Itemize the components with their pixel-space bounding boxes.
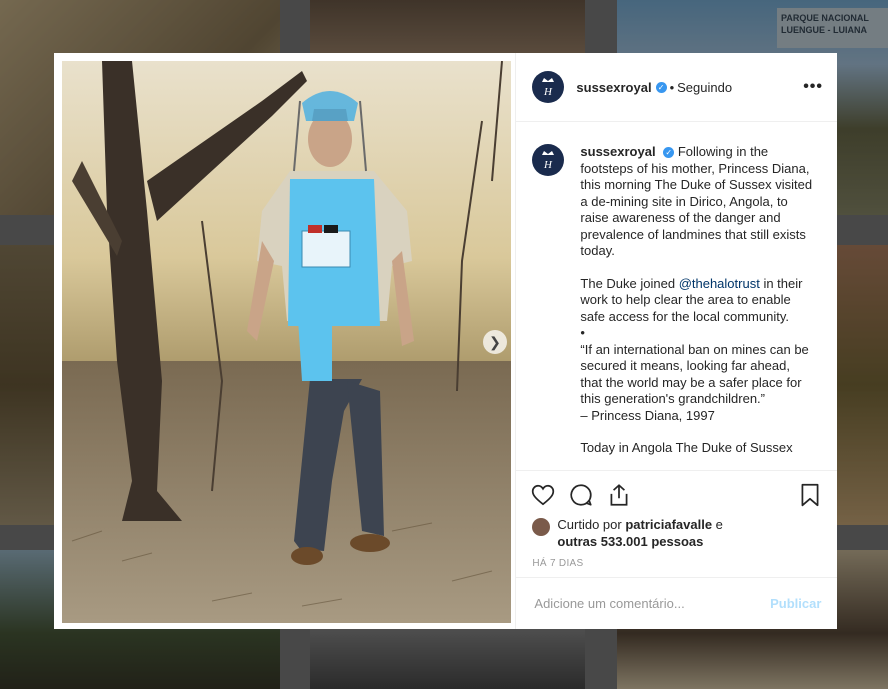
post-panel: H sussexroyal ✓ • Seguindo ••• H sussexr…: [515, 53, 838, 629]
svg-text:H: H: [543, 159, 553, 171]
caption-paragraph-2-start: The Duke joined: [580, 275, 679, 291]
comment-input[interactable]: [532, 595, 771, 612]
post-timestamp[interactable]: HÁ 7 DIAS: [516, 550, 837, 569]
chevron-right-icon: ❯: [489, 333, 501, 350]
likes-prefix: Curtido por: [557, 517, 626, 532]
verified-badge-icon: ✓: [655, 81, 667, 93]
publish-button[interactable]: Publicar: [770, 596, 821, 611]
likes-summary: Curtido por patriciafavalle e outras 533…: [516, 509, 837, 550]
profile-avatar[interactable]: H: [532, 71, 565, 103]
header-username[interactable]: sussexroyal: [576, 80, 651, 95]
next-image-button[interactable]: ❯: [483, 330, 507, 354]
svg-text:H: H: [543, 86, 553, 98]
post-header: H sussexroyal ✓ • Seguindo •••: [516, 53, 837, 122]
likes-others-count[interactable]: outras 533.001 pessoas: [557, 534, 703, 549]
royal-monogram-icon: H: [542, 78, 555, 98]
more-dots-icon[interactable]: •••: [803, 78, 823, 96]
verified-badge-icon: ✓: [663, 147, 675, 158]
caption-avatar[interactable]: H: [532, 144, 565, 176]
likes-connector: e: [712, 517, 723, 532]
share-icon[interactable]: [606, 482, 632, 508]
caption-attribution: – Princess Diana, 1997: [580, 407, 715, 423]
caption-row: H sussexroyal ✓ Following in the footste…: [516, 122, 837, 469]
liker-avatar[interactable]: [532, 518, 551, 536]
comment-icon[interactable]: [568, 482, 594, 508]
post-photo-frame: ❯: [54, 53, 516, 629]
action-icons-row: [516, 471, 837, 509]
caption-area[interactable]: H sussexroyal ✓ Following in the footste…: [516, 122, 837, 469]
post-actions: Curtido por patriciafavalle e outras 533…: [516, 470, 838, 629]
royal-monogram-icon: H: [542, 151, 555, 171]
caption-cut-line: Today in Angola The Duke of Sussex: [580, 440, 793, 455]
comment-bar: Publicar: [516, 577, 838, 629]
caption-bullet: •: [580, 325, 585, 340]
caption-quote: “If an international ban on mines can be…: [580, 341, 809, 407]
caption-username[interactable]: sussexroyal: [580, 144, 655, 159]
liker-username[interactable]: patriciafavalle: [625, 517, 712, 532]
follow-status-button[interactable]: Seguindo: [677, 80, 732, 95]
mention-link[interactable]: @thehalotrust: [679, 276, 760, 291]
bookmark-icon[interactable]: [797, 482, 823, 508]
follow-separator: •: [669, 79, 675, 95]
post-photo: [62, 61, 511, 623]
caption-text: sussexroyal ✓ Following in the footsteps…: [580, 144, 814, 469]
photo-duke-deminer: [62, 61, 511, 623]
heart-icon[interactable]: [530, 482, 556, 508]
caption-paragraph-1: Following in the footsteps of his mother…: [580, 144, 813, 258]
post-modal: ❯ H sussexroyal ✓ • Seguindo ••• H susse…: [54, 53, 838, 629]
